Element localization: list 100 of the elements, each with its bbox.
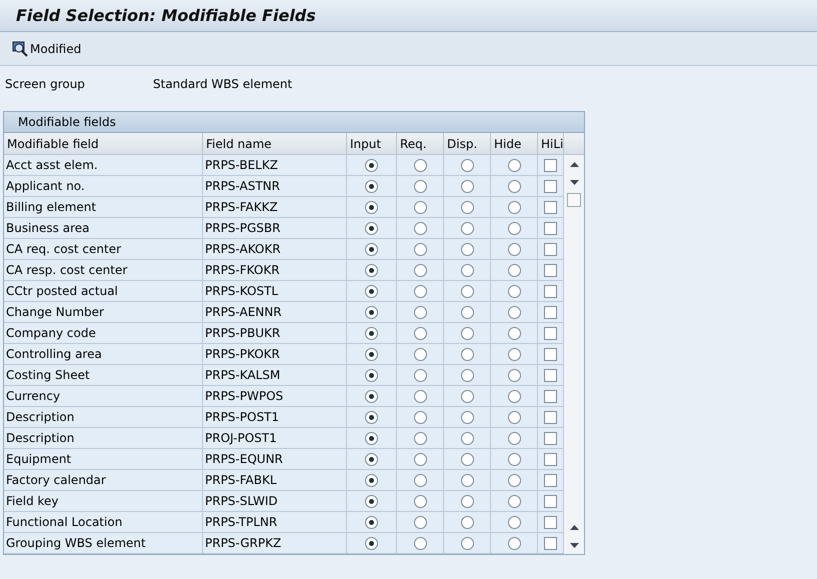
- column-header[interactable]: Req.: [397, 133, 444, 155]
- checkbox[interactable]: [544, 180, 557, 192]
- radio-button[interactable]: [414, 158, 426, 172]
- radio-button[interactable]: [460, 180, 474, 192]
- radio-button[interactable]: [508, 222, 520, 234]
- checkbox[interactable]: [544, 284, 557, 298]
- column-header[interactable]: Hide: [491, 133, 538, 155]
- radio-button[interactable]: [414, 474, 426, 486]
- radio-button[interactable]: [365, 348, 378, 360]
- radio-button[interactable]: [460, 306, 474, 318]
- radio-button[interactable]: [508, 536, 520, 550]
- radio-button[interactable]: [414, 348, 426, 360]
- radio-button[interactable]: [460, 368, 474, 382]
- radio-button[interactable]: [365, 536, 378, 550]
- column-header[interactable]: Disp.: [444, 133, 491, 155]
- checkbox[interactable]: [544, 306, 557, 318]
- radio-button[interactable]: [414, 284, 426, 298]
- checkbox[interactable]: [544, 432, 557, 444]
- column-header[interactable]: Modifiable field: [4, 133, 203, 155]
- radio-button[interactable]: [365, 284, 378, 298]
- radio-button[interactable]: [460, 452, 474, 466]
- radio-button[interactable]: [508, 452, 520, 466]
- radio-button[interactable]: [365, 452, 378, 466]
- checkbox[interactable]: [544, 264, 557, 276]
- scroll-thumb[interactable]: [567, 193, 581, 207]
- radio-button[interactable]: [508, 494, 520, 508]
- radio-button[interactable]: [414, 452, 426, 466]
- radio-button[interactable]: [508, 180, 520, 192]
- radio-button[interactable]: [460, 410, 474, 424]
- scroll-down-icon[interactable]: [570, 180, 578, 184]
- radio-button[interactable]: [508, 516, 520, 528]
- radio-button[interactable]: [365, 180, 378, 192]
- radio-button[interactable]: [508, 158, 520, 172]
- radio-button[interactable]: [460, 432, 474, 444]
- checkbox[interactable]: [544, 242, 557, 256]
- radio-button[interactable]: [460, 242, 474, 256]
- radio-button[interactable]: [365, 242, 378, 256]
- radio-button[interactable]: [508, 474, 520, 486]
- radio-button[interactable]: [460, 158, 474, 172]
- radio-button[interactable]: [460, 326, 474, 340]
- checkbox[interactable]: [544, 368, 557, 382]
- radio-button[interactable]: [365, 222, 378, 234]
- radio-button[interactable]: [414, 326, 426, 340]
- checkbox[interactable]: [544, 222, 557, 234]
- radio-button[interactable]: [508, 348, 520, 360]
- radio-button[interactable]: [365, 368, 378, 382]
- radio-button[interactable]: [414, 536, 426, 550]
- column-header[interactable]: HiLi: [538, 133, 564, 155]
- scroll-up-icon[interactable]: [570, 524, 578, 530]
- radio-button[interactable]: [460, 222, 474, 234]
- checkbox[interactable]: [544, 452, 557, 466]
- radio-button[interactable]: [365, 474, 378, 486]
- radio-button[interactable]: [365, 306, 378, 318]
- radio-button[interactable]: [508, 326, 520, 340]
- radio-button[interactable]: [414, 306, 426, 318]
- radio-button[interactable]: [460, 494, 474, 508]
- radio-button[interactable]: [414, 180, 426, 192]
- radio-button[interactable]: [365, 200, 378, 214]
- radio-button[interactable]: [365, 390, 378, 402]
- radio-button[interactable]: [365, 158, 378, 172]
- radio-button[interactable]: [460, 284, 474, 298]
- checkbox[interactable]: [544, 516, 557, 528]
- radio-button[interactable]: [414, 200, 426, 214]
- radio-button[interactable]: [365, 410, 378, 424]
- column-header[interactable]: Input: [347, 133, 397, 155]
- radio-button[interactable]: [414, 432, 426, 444]
- radio-button[interactable]: [365, 494, 378, 508]
- radio-button[interactable]: [460, 536, 474, 550]
- radio-button[interactable]: [414, 410, 426, 424]
- checkbox[interactable]: [544, 200, 557, 214]
- radio-button[interactable]: [460, 348, 474, 360]
- checkbox[interactable]: [544, 494, 557, 508]
- scroll-up-icon[interactable]: [570, 162, 578, 166]
- checkbox[interactable]: [544, 158, 557, 172]
- radio-button[interactable]: [365, 326, 378, 340]
- radio-button[interactable]: [508, 242, 520, 256]
- radio-button[interactable]: [508, 410, 520, 424]
- column-header[interactable]: Field name: [203, 133, 347, 155]
- radio-button[interactable]: [365, 264, 378, 276]
- radio-button[interactable]: [508, 264, 520, 276]
- radio-button[interactable]: [508, 306, 520, 318]
- radio-button[interactable]: [460, 474, 474, 486]
- radio-button[interactable]: [508, 432, 520, 444]
- radio-button[interactable]: [460, 200, 474, 214]
- radio-button[interactable]: [508, 390, 520, 402]
- checkbox[interactable]: [544, 348, 557, 360]
- radio-button[interactable]: [414, 264, 426, 276]
- scroll-down-icon[interactable]: [570, 542, 578, 548]
- radio-button[interactable]: [414, 368, 426, 382]
- checkbox[interactable]: [544, 474, 557, 486]
- radio-button[interactable]: [414, 222, 426, 234]
- radio-button[interactable]: [365, 516, 378, 528]
- radio-button[interactable]: [508, 200, 520, 214]
- radio-button[interactable]: [414, 516, 426, 528]
- radio-button[interactable]: [508, 368, 520, 382]
- radio-button[interactable]: [460, 516, 474, 528]
- checkbox[interactable]: [544, 326, 557, 340]
- checkbox[interactable]: [544, 410, 557, 424]
- radio-button[interactable]: [508, 284, 520, 298]
- radio-button[interactable]: [460, 264, 474, 276]
